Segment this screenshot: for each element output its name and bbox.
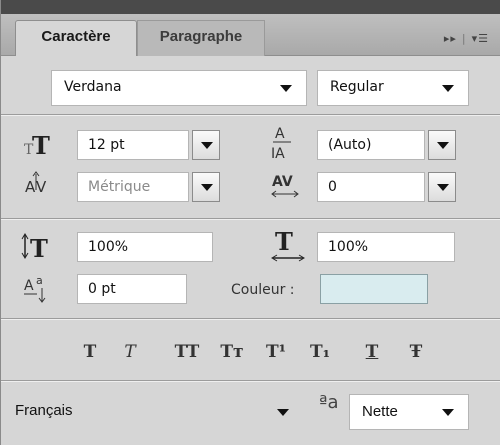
tools-separator: |	[461, 32, 467, 45]
chevron-down-icon	[437, 142, 449, 149]
leading-value: (Auto)	[328, 137, 372, 153]
horizontal-scale-icon: T	[269, 226, 309, 266]
small-caps-button[interactable]: Tт	[217, 340, 247, 364]
chevron-down-icon	[277, 409, 289, 416]
tab-caractere[interactable]: Caractère	[15, 20, 137, 56]
svg-text:T: T	[275, 227, 293, 256]
vertical-scale-value: 100%	[88, 239, 129, 255]
svg-text:AV: AV	[272, 174, 293, 190]
panel-title-strip	[1, 0, 500, 14]
svg-text:V: V	[36, 178, 47, 196]
tracking-dropdown-button[interactable]	[428, 172, 456, 202]
divider	[1, 318, 500, 320]
faux-italic-button[interactable]: T	[115, 340, 145, 364]
kerning-dropdown-button[interactable]	[192, 172, 220, 202]
panel-menu-icon[interactable]: ▾☰	[472, 32, 489, 45]
color-label: Couleur :	[231, 282, 295, 298]
character-panel: Caractère Paragraphe ▸▸ | ▾☰ Verdana Regul…	[0, 0, 500, 445]
chevron-down-icon	[280, 85, 292, 92]
leading-dropdown-button[interactable]	[428, 130, 456, 160]
tab-paragraphe[interactable]: Paragraphe	[137, 20, 265, 56]
all-caps-button[interactable]: TT	[169, 340, 205, 364]
chevron-down-icon	[437, 184, 449, 191]
color-swatch[interactable]	[320, 274, 428, 304]
panel-tools: ▸▸ | ▾☰	[444, 32, 489, 45]
antialias-dropdown[interactable]: Nette	[349, 394, 469, 430]
divider	[1, 380, 500, 382]
kerning-value: Métrique	[88, 179, 151, 195]
horizontal-scale-field[interactable]: 100%	[317, 232, 455, 262]
leading-icon: A IA	[269, 120, 297, 164]
tab-bar: Caractère Paragraphe ▸▸ | ▾☰	[1, 14, 500, 56]
svg-text:a: a	[36, 274, 43, 287]
font-style-dropdown[interactable]: Regular	[317, 70, 469, 106]
font-family-dropdown[interactable]: Verdana	[51, 70, 307, 106]
divider	[1, 218, 500, 220]
horizontal-scale-value: 100%	[328, 239, 369, 255]
antialias-icon: ªa	[319, 392, 339, 413]
kerning-field[interactable]: Métrique	[77, 172, 189, 202]
chevron-down-icon	[442, 85, 454, 92]
language-value: Français	[15, 402, 73, 419]
size-icon: TT	[23, 126, 53, 162]
font-family-value: Verdana	[64, 79, 122, 95]
svg-text:T: T	[32, 131, 50, 160]
superscript-button[interactable]: T¹	[261, 340, 291, 364]
chevron-down-icon	[201, 142, 213, 149]
collapse-icon[interactable]: ▸▸	[444, 32, 457, 45]
kerning-icon: AV	[23, 166, 53, 206]
font-size-field[interactable]: 12 pt	[77, 130, 189, 160]
font-style-value: Regular	[330, 79, 384, 95]
chevron-down-icon	[442, 409, 454, 416]
baseline-shift-value: 0 pt	[88, 281, 116, 297]
svg-text:IA: IA	[271, 146, 285, 162]
vertical-scale-icon: T	[21, 230, 55, 264]
faux-bold-button[interactable]: T	[75, 340, 105, 364]
strikethrough-button[interactable]: Ŧ	[401, 340, 431, 364]
svg-text:A: A	[275, 126, 285, 142]
svg-text:T: T	[30, 234, 48, 263]
svg-text:A: A	[24, 278, 34, 294]
language-dropdown[interactable]: Français	[1, 392, 301, 430]
antialias-value: Nette	[362, 403, 398, 420]
svg-text:A: A	[25, 178, 36, 196]
vertical-scale-field[interactable]: 100%	[77, 232, 213, 262]
chevron-down-icon	[201, 184, 213, 191]
font-size-dropdown-button[interactable]	[192, 130, 220, 160]
subscript-button[interactable]: T₁	[305, 340, 335, 364]
divider	[1, 114, 500, 116]
tracking-value: 0	[328, 179, 337, 195]
baseline-shift-icon: Aa	[23, 272, 53, 306]
leading-field[interactable]: (Auto)	[317, 130, 425, 160]
tracking-icon: AV	[269, 168, 303, 206]
font-size-value: 12 pt	[88, 137, 125, 153]
tracking-field[interactable]: 0	[317, 172, 425, 202]
underline-button[interactable]: T	[357, 340, 387, 364]
baseline-shift-field[interactable]: 0 pt	[77, 274, 187, 304]
